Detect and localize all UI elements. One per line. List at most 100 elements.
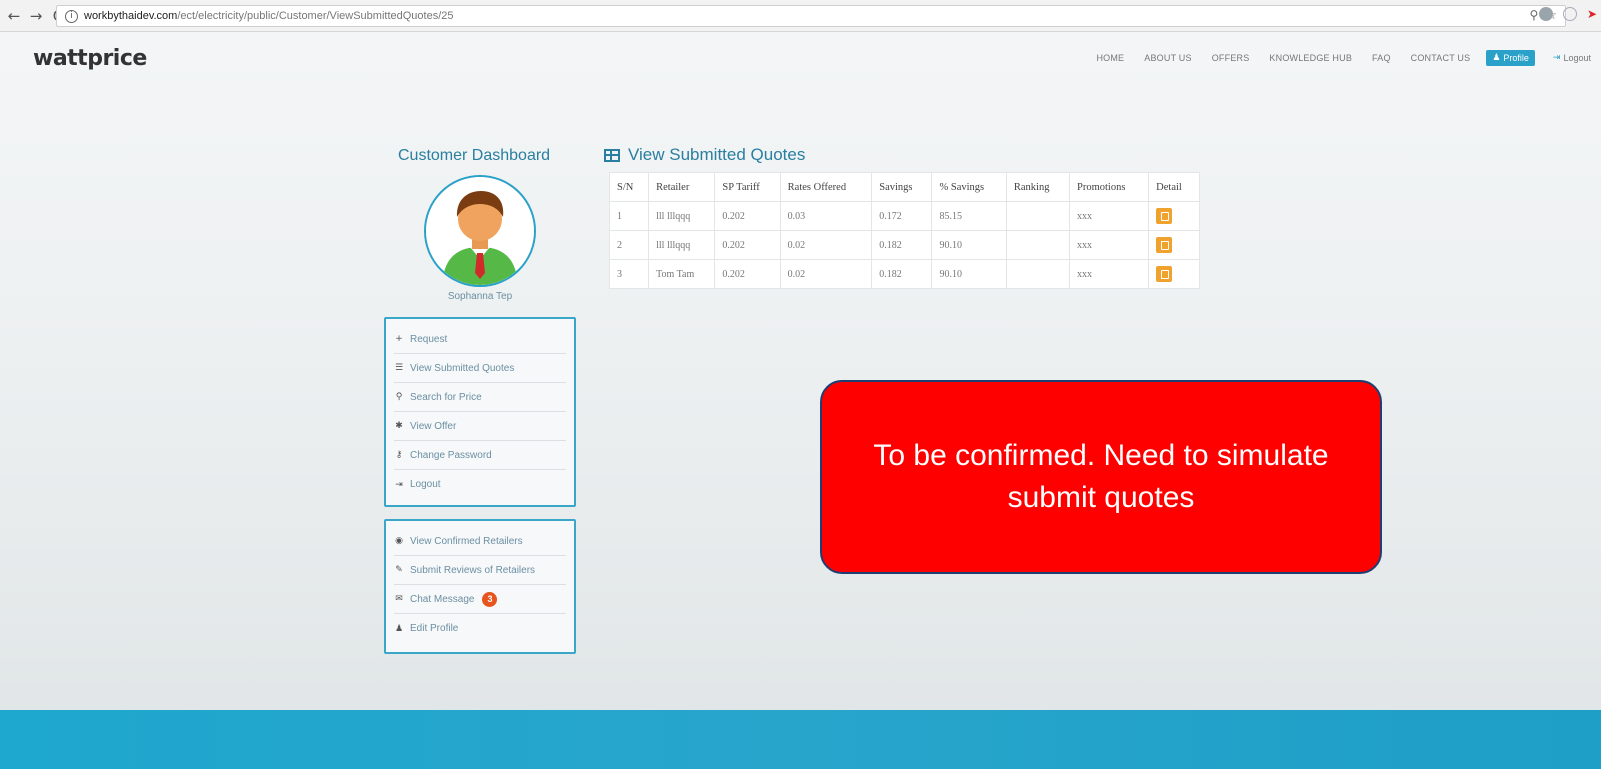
edit-detail-button[interactable] (1156, 208, 1173, 224)
table-header-row: S/N Retailer SP Tariff Rates Offered Sav… (608, 172, 1200, 202)
top-navigation: HOME ABOUT US OFFERS KNOWLEDGE HUB FAQ C… (1096, 50, 1591, 66)
table-row: 2 lll lllqqq 0.202 0.02 0.182 90.10 xxx (608, 230, 1200, 260)
nav-faq[interactable]: FAQ (1372, 53, 1391, 63)
cell-retailer: lll lllqqq (648, 230, 716, 260)
zoom-icon[interactable]: ⚲ (1529, 8, 1538, 22)
plus-icon: + (395, 334, 403, 344)
menu-item-label: Chat Message (410, 593, 475, 605)
user-avatar-icon (426, 177, 534, 285)
user-name: Sophanna Tep (447, 291, 513, 302)
cell-retailer: lll lllqqq (648, 201, 716, 231)
profile-button[interactable]: ♟ Profile (1486, 50, 1535, 66)
nav-home[interactable]: HOME (1096, 53, 1124, 63)
menu-item-label: Edit Profile (410, 623, 459, 634)
profile-label: Profile (1503, 53, 1529, 63)
asterisk-icon: ✱ (395, 421, 403, 431)
header-logout-link[interactable]: ⇥ Logout (1553, 53, 1591, 63)
menu-item-label: View Confirmed Retailers (410, 535, 523, 547)
avatar (424, 175, 536, 287)
site-header: wattprice HOME ABOUT US OFFERS KNOWLEDGE… (0, 38, 1601, 78)
menu-item-label: View Submitted Quotes (410, 362, 515, 374)
user-icon: ♟ (1492, 53, 1501, 63)
nav-knowledge-hub[interactable]: KNOWLEDGE HUB (1269, 53, 1352, 63)
back-icon[interactable]: ← (4, 7, 24, 25)
logout-icon: ⇥ (1552, 53, 1561, 63)
chat-icon: ✉ (395, 594, 403, 604)
nav-offers[interactable]: OFFERS (1212, 53, 1250, 63)
cell-savings: 0.182 (871, 230, 933, 260)
page-title: View Submitted Quotes (604, 145, 805, 165)
table-row: 3 Tom Tam 0.202 0.02 0.182 90.10 xxx (608, 259, 1200, 289)
edit-detail-button[interactable] (1156, 266, 1173, 282)
cell-percent-savings: 85.15 (931, 201, 1007, 231)
column-header: Retailer (648, 172, 716, 202)
cell-retailer: Tom Tam (648, 259, 716, 289)
cell-sp-tariff: 0.202 (714, 259, 781, 289)
column-header: Promotions (1069, 172, 1150, 202)
menu-item-label: Submit Reviews of Retailers (410, 564, 536, 576)
eye-icon: ◉ (395, 536, 403, 546)
cell-sn: 2 (608, 230, 650, 260)
cell-rates-offered: 0.02 (779, 259, 873, 289)
dashboard-title: Customer Dashboard (398, 147, 551, 164)
user-icon: ♟ (394, 623, 404, 634)
menu-item-label: Logout (410, 479, 441, 490)
site-logo[interactable]: wattprice (33, 46, 147, 71)
cell-rates-offered: 0.02 (779, 230, 873, 260)
cell-percent-savings: 90.10 (931, 259, 1007, 289)
quotes-table: S/N Retailer SP Tariff Rates Offered Sav… (608, 172, 1200, 289)
menu-item-logout[interactable]: ⇥ Logout (394, 470, 566, 499)
unread-count-badge: 3 (482, 591, 498, 607)
cell-savings: 0.172 (871, 201, 933, 231)
column-header: S/N (608, 172, 650, 202)
menu-item-chat-message[interactable]: ✉ Chat Message 3 (394, 585, 566, 614)
list-icon: ☰ (394, 363, 404, 373)
menu-item-label: Request (410, 333, 448, 345)
extension-icons: ➤ (1538, 7, 1597, 21)
extension-icon[interactable] (1562, 7, 1577, 21)
menu-item-view-offer[interactable]: ✱ View Offer (394, 412, 566, 441)
menu-item-view-confirmed-retailers[interactable]: ◉ View Confirmed Retailers (394, 527, 566, 556)
logout-icon: ⇥ (395, 479, 403, 490)
pencil-icon: ✎ (395, 565, 403, 575)
extension-icon[interactable] (1538, 7, 1553, 21)
menu-item-label: Change Password (410, 449, 492, 461)
cell-ranking (1005, 259, 1071, 289)
logout-label: Logout (1563, 53, 1591, 63)
menu-item-submit-reviews[interactable]: ✎ Submit Reviews of Retailers (394, 556, 566, 585)
cell-promotions: xxx (1069, 230, 1150, 260)
menu-item-search-for-price[interactable]: ⚲ Search for Price (394, 383, 566, 412)
menu-item-edit-profile[interactable]: ♟ Edit Profile (394, 614, 566, 643)
address-bar[interactable]: i workbythaidev.com /ect/electricity/pub… (56, 5, 1566, 27)
cell-detail (1148, 259, 1200, 289)
annotation-callout: To be confirmed. Need to simulate submit… (820, 380, 1382, 574)
browser-toolbar: ← → C i workbythaidev.com /ect/electrici… (0, 0, 1601, 32)
info-icon[interactable]: i (65, 9, 78, 23)
cell-detail (1148, 201, 1200, 231)
cell-savings: 0.182 (871, 259, 933, 289)
extension-arrow-icon[interactable]: ➤ (1587, 7, 1597, 21)
search-icon: ⚲ (395, 392, 403, 402)
cell-sn: 1 (608, 201, 650, 231)
customer-menu: + Request ☰ View Submitted Quotes ⚲ Sear… (384, 317, 576, 507)
cell-rates-offered: 0.03 (779, 201, 873, 231)
footer-band (0, 710, 1601, 769)
column-header: SP Tariff (714, 172, 781, 202)
edit-detail-button[interactable] (1156, 237, 1173, 253)
forward-icon[interactable]: → (26, 7, 46, 25)
menu-item-request[interactable]: + Request (394, 325, 566, 354)
cell-detail (1148, 230, 1200, 260)
cell-percent-savings: 90.10 (931, 230, 1007, 260)
menu-item-view-submitted-quotes[interactable]: ☰ View Submitted Quotes (394, 354, 566, 383)
key-icon: ⚷ (395, 450, 403, 460)
table-icon (604, 148, 620, 162)
nav-about-us[interactable]: ABOUT US (1144, 53, 1191, 63)
cell-promotions: xxx (1069, 201, 1150, 231)
cell-sp-tariff: 0.202 (714, 230, 781, 260)
nav-contact-us[interactable]: CONTACT US (1411, 53, 1471, 63)
menu-item-change-password[interactable]: ⚷ Change Password (394, 441, 566, 470)
menu-item-label: Search for Price (410, 391, 482, 403)
cell-ranking (1005, 201, 1071, 231)
cell-sp-tariff: 0.202 (714, 201, 781, 231)
column-header: Rates Offered (779, 172, 873, 202)
